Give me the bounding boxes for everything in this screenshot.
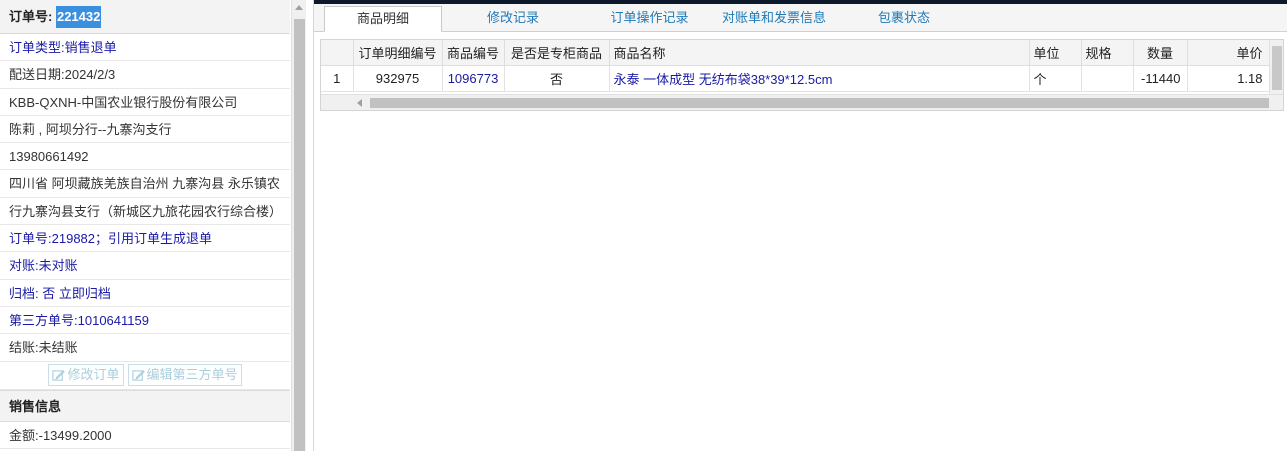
tab-modification-log[interactable]: 修改记录 [454,6,572,32]
tab-product-details[interactable]: 商品明细 [324,6,442,32]
info-row: 四川省 阿坝藏族羌族自治州 九寨沟县 永乐镇农 [0,170,290,198]
header-detail-id[interactable]: 订单明细编号 [353,40,443,66]
cell-row-number: 1 [321,65,354,92]
sales-info-header: 销售信息 [0,389,290,422]
scroll-left-arrow-icon[interactable] [357,99,362,107]
info-row-value: 销售退单 [64,40,117,55]
amount-value: -13499.2000 [38,427,112,443]
edit-order-button[interactable]: 修改订单 [48,364,124,387]
cell-product-name-link[interactable]: 永泰 一体成型 无纺布袋38*39*12.5cm [609,65,1030,92]
info-row[interactable]: 订单号:219882；引用订单生成退单 [0,225,290,253]
cell-spec [1081,65,1134,92]
info-row: KBB-QXNH-中国农业银行股份有限公司 [0,89,290,116]
info-row-value: 1010641159 [77,312,149,328]
tab-package-status[interactable]: 包裹状态 [849,6,959,32]
info-row: 陈莉 , 阿坝分行--九寨沟支行 [0,116,290,144]
grid-vertical-scrollbar[interactable] [1269,40,1283,95]
header-quantity[interactable]: 数量 [1133,40,1188,66]
header-unit[interactable]: 单位 [1029,40,1082,66]
edit-order-label: 修改订单 [67,367,120,383]
cell-quantity: -11440 [1133,65,1188,92]
info-row-value: 否 立即归档 [38,285,111,301]
info-row: 结账:未结账 [0,334,290,362]
info-row-label: 配送日期: [9,67,65,83]
cell-is-counter-product: 否 [504,65,610,92]
grid-horizontal-scrollbar-thumb[interactable] [370,98,1269,108]
info-row[interactable]: 对账:未对账 [0,252,290,280]
info-row-value: 陈莉 , 阿坝分行--九寨沟支行 [9,121,172,137]
cell-detail-id: 932975 [353,65,443,92]
product-detail-grid: 订单明细编号 商品编号 是否是专柜商品 商品名称 单位 规格 数量 单价 1 9… [320,39,1284,111]
tab-statement-invoice[interactable]: 对账单和发票信息 [709,6,839,32]
table-row[interactable]: 1 932975 1096773 否 永泰 一体成型 无纺布袋38*39*12.… [321,65,1270,92]
tab-order-operation-log[interactable]: 订单操作记录 [582,6,717,32]
info-row[interactable]: 归档: 否 立即归档 [0,280,290,307]
info-row-value: 219882；引用订单生成退单 [51,231,213,247]
order-info-content: 订单号: 221432 订单类型:销售退单 配送日期:2024/2/3 KBB-QX… [0,0,290,451]
order-number-value[interactable]: 221432 [55,6,102,28]
info-row-value: 行九寨沟县支行（新城区九旅花园农行综合楼） [9,203,283,219]
action-button-row: 修改订单 编辑第三方单号 [0,362,290,390]
order-number-label: 订单号: [9,9,53,24]
detail-panel: 商品明细 修改记录 订单操作记录 对账单和发票信息 包裹状态 订单明细编号 商品… [313,0,1287,451]
order-info-rows: 订单类型:销售退单 配送日期:2024/2/3 KBB-QXNH-中国农业银行股份有… [0,34,290,362]
info-row: 行九寨沟县支行（新城区九旅花园农行综合楼） [0,198,290,226]
order-number-header: 订单号: 221432 [0,0,290,34]
cell-unit-price: 1.18 [1187,65,1270,92]
info-row-value: 未结账 [38,340,78,356]
info-row-value: 13980661492 [9,149,89,165]
header-is-counter-product[interactable]: 是否是专柜商品 [504,40,610,66]
grid-horizontal-scrollbar[interactable] [321,94,1283,110]
info-row[interactable]: 第三方单号:1010641159 [0,307,290,335]
edit-icon [52,369,66,381]
product-table: 订单明细编号 商品编号 是否是专柜商品 商品名称 单位 规格 数量 单价 1 9… [321,40,1270,92]
info-row-value: KBB-QXNH-中国农业银行股份有限公司 [9,94,238,110]
edit-third-party-number-label: 编辑第三方单号 [146,367,238,383]
header-spec[interactable]: 规格 [1081,40,1134,66]
amount-row: 金额:-13499.2000 [0,422,290,449]
scrollbar-thumb[interactable] [294,19,305,451]
info-row[interactable]: 订单类型:销售退单 [0,34,290,62]
info-row-value: 2024/2/3 [64,67,116,83]
info-row-label: 第三方单号: [9,312,78,328]
grid-vertical-scrollbar-thumb[interactable] [1272,46,1282,90]
info-row-label: 订单类型: [9,40,65,55]
scroll-up-arrow-icon[interactable] [295,5,303,10]
cell-product-code-link[interactable]: 1096773 [442,65,505,92]
tab-bar: 商品明细 修改记录 订单操作记录 对账单和发票信息 包裹状态 [314,4,1287,32]
edit-third-party-number-button[interactable]: 编辑第三方单号 [127,364,242,387]
info-row-label: 对账: [9,258,39,274]
table-header-row: 订单明细编号 商品编号 是否是专柜商品 商品名称 单位 规格 数量 单价 [321,40,1270,66]
header-product-name[interactable]: 商品名称 [609,40,1030,66]
info-row: 13980661492 [0,143,290,171]
info-row-value: 四川省 阿坝藏族羌族自治州 九寨沟县 永乐镇农 [9,176,280,192]
info-row-value: 未对账 [38,258,78,274]
header-unit-price[interactable]: 单价 [1187,40,1270,66]
amount-label: 金额: [9,427,39,443]
order-info-panel: 订单号: 221432 订单类型:销售退单 配送日期:2024/2/3 KBB-QX… [0,0,306,451]
header-row-number [321,40,354,66]
info-row-label: 结账: [9,340,39,356]
info-row: 配送日期:2024/2/3 [0,61,290,89]
info-row-label: 归档: [9,285,39,301]
info-row-label: 订单号: [9,231,52,247]
edit-icon [131,369,145,381]
header-product-code[interactable]: 商品编号 [442,40,505,66]
cell-unit: 个 [1029,65,1082,92]
left-panel-scrollbar[interactable] [291,0,306,451]
